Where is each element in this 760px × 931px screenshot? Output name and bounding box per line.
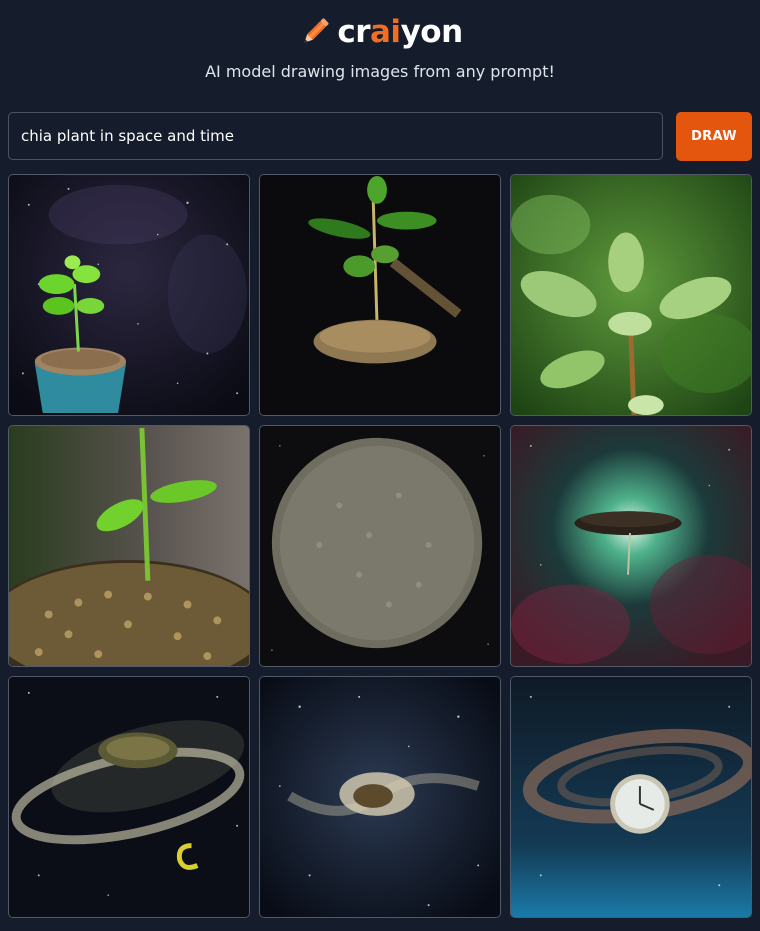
seed-disc-image: [260, 426, 500, 666]
draw-button[interactable]: DRAW: [676, 112, 752, 161]
prompt-row: chia plant in space and time DRAW: [8, 112, 752, 162]
nebula-seed-image: [511, 426, 751, 666]
logo-text: craiyon: [337, 14, 463, 50]
results-grid: [8, 174, 752, 918]
galaxy-seed-image: [9, 677, 249, 917]
result-image-2[interactable]: [259, 174, 501, 416]
result-image-8[interactable]: [259, 676, 501, 918]
logo[interactable]: craiyon: [0, 10, 760, 54]
result-image-5[interactable]: [259, 425, 501, 667]
prompt-input[interactable]: chia plant in space and time: [8, 112, 663, 160]
result-image-4[interactable]: [8, 425, 250, 667]
result-image-9[interactable]: [510, 676, 752, 918]
leaves-closeup-image: [511, 175, 751, 415]
tagline: AI model drawing images from any prompt!: [205, 62, 555, 81]
floating-plant-image: [260, 175, 500, 415]
pencil-icon: [304, 18, 329, 43]
starfield-burst-image: [260, 677, 500, 917]
result-image-6[interactable]: [510, 425, 752, 667]
result-image-7[interactable]: [8, 676, 250, 918]
result-image-3[interactable]: [510, 174, 752, 416]
clock-galaxy-image: [511, 677, 751, 917]
sprout-mound-image: [9, 426, 249, 666]
craiyon-page: craiyon AI model drawing images from any…: [0, 0, 760, 931]
seedling-pot-image: [9, 175, 249, 415]
result-image-1[interactable]: [8, 174, 250, 416]
